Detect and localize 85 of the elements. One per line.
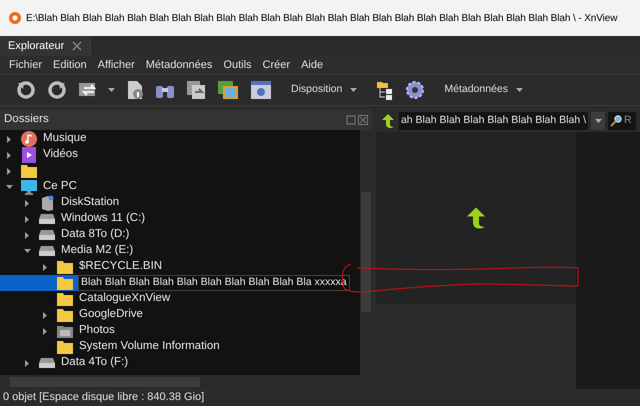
tree-item-label[interactable]: Windows 11 (C:) — [60, 210, 146, 228]
caret-icon — [350, 88, 358, 92]
monitor-icon — [21, 180, 37, 194]
folder-icon — [57, 340, 73, 354]
tree-item-label[interactable]: DiskStation — [60, 194, 120, 212]
up-arrow-icon[interactable] — [380, 113, 396, 129]
folder-icon — [21, 164, 37, 178]
tree-item-label[interactable]: Photos — [78, 322, 116, 340]
menu-item[interactable]: Edition — [53, 56, 87, 74]
camera-icon[interactable] — [250, 80, 272, 100]
video-icon — [22, 147, 36, 163]
dropdown-button[interactable]: Métadonnées — [436, 82, 531, 98]
close-icon[interactable] — [72, 41, 82, 51]
collapse-arrow-icon[interactable] — [6, 184, 13, 190]
path-field[interactable]: ah Blah Blah Blah Blah Blah Blah Blah \ — [398, 112, 588, 130]
app-logo-icon — [8, 11, 22, 25]
tree-row[interactable]: CatalogueXnView — [0, 291, 360, 307]
slideshow-icon[interactable] — [217, 80, 239, 100]
window-title: E:\Blah Blah Blah Blah Blah Blah Blah Blah Blah Blah Blah Blah Blah Blah Blah Blah Blah Blah Blah Blah Blah Blah Blah Blah \ - XnView — [26, 12, 618, 26]
status-text: 0 objet [Espace disque libre : 840.38 Gio] — [3, 390, 204, 406]
caret-icon — [594, 119, 602, 123]
drive-icon — [39, 358, 55, 368]
tree-row[interactable]: Vidéos — [0, 147, 360, 163]
caret-icon — [108, 88, 115, 92]
caret-icon — [516, 88, 523, 92]
tree-item-label[interactable]: Ce PC — [42, 178, 78, 196]
menu-item[interactable]: Métadonnées — [146, 56, 212, 74]
tree-row[interactable]: Photos — [0, 323, 360, 339]
tree-item-label[interactable]: $RECYCLE.BIN — [78, 258, 164, 276]
search-icon — [610, 115, 622, 127]
tree-row[interactable]: System Volume Information — [0, 339, 360, 355]
tree-row[interactable]: Media M2 (E:) — [0, 243, 360, 259]
expand-arrow-icon[interactable] — [24, 200, 31, 206]
rotate-left-icon[interactable] — [16, 80, 36, 100]
folder-icon — [57, 308, 73, 322]
path-dropdown-button[interactable] — [591, 112, 605, 130]
close-icon[interactable] — [358, 115, 368, 125]
expand-arrow-icon[interactable] — [24, 232, 31, 238]
tree-item-label[interactable]: Data 4To (F:) — [60, 354, 130, 372]
settings-icon[interactable] — [405, 80, 426, 100]
music-icon — [21, 131, 37, 147]
expand-arrow-icon[interactable] — [6, 152, 13, 158]
tree-item-label[interactable]: Vidéos — [42, 146, 79, 164]
tab[interactable]: Explorateur — [0, 36, 92, 56]
drive-icon — [39, 230, 55, 240]
menu-item[interactable]: Afficher — [98, 56, 135, 74]
expand-arrow-icon[interactable] — [42, 312, 49, 318]
drive-icon — [39, 214, 55, 224]
float-icon[interactable] — [346, 115, 356, 125]
tree-row[interactable]: GoogleDrive — [0, 307, 360, 323]
tree-row[interactable]: Data 8To (D:) — [0, 227, 360, 243]
tree-item-label[interactable]: Media M2 (E:) — [60, 242, 134, 260]
expand-arrow-icon[interactable] — [6, 168, 13, 174]
menu-item[interactable]: Aide — [301, 56, 324, 74]
tree-row[interactable]: Windows 11 (C:) — [0, 211, 360, 227]
dropdown-button[interactable]: Disposition — [283, 82, 366, 98]
expand-arrow-icon[interactable] — [6, 136, 13, 142]
folder-icon — [57, 276, 73, 290]
tree-item-label[interactable]: GoogleDrive — [78, 306, 144, 324]
expand-arrow-icon[interactable] — [42, 264, 49, 270]
menu-item[interactable]: Créer — [262, 56, 290, 74]
copy-icon[interactable] — [186, 80, 206, 100]
collapse-arrow-icon[interactable] — [24, 248, 31, 254]
tree-item-label[interactable]: Musique — [42, 130, 88, 148]
photos-icon — [57, 324, 73, 338]
expand-arrow-icon[interactable] — [42, 328, 49, 334]
folder-tree-icon[interactable] — [376, 80, 394, 100]
tree-row[interactable]: Ce PC — [0, 179, 360, 195]
tree-row[interactable]: Musique — [0, 131, 360, 147]
expand-arrow-icon[interactable] — [24, 360, 31, 366]
panel-title: Dossiers — [4, 112, 49, 128]
tree-item-label[interactable]: System Volume Information — [78, 338, 221, 356]
server-icon — [40, 195, 54, 211]
tree-item-label[interactable]: CatalogueXnView — [78, 290, 172, 308]
info-icon[interactable] — [126, 80, 144, 100]
menu-item[interactable]: Outils — [223, 56, 252, 74]
menu-item[interactable]: Fichier — [9, 56, 42, 74]
drive-icon — [39, 246, 55, 256]
tree-item-label[interactable]: Data 8To (D:) — [60, 226, 130, 244]
expand-arrow-icon[interactable] — [24, 216, 31, 222]
rotate-right-icon[interactable] — [47, 80, 67, 100]
tree-row[interactable]: Data 4To (F:) — [0, 355, 360, 371]
tree-row[interactable]: $RECYCLE.BIN — [0, 259, 360, 275]
tree-row[interactable]: DiskStation — [0, 195, 360, 211]
search-field[interactable]: R — [608, 112, 636, 130]
